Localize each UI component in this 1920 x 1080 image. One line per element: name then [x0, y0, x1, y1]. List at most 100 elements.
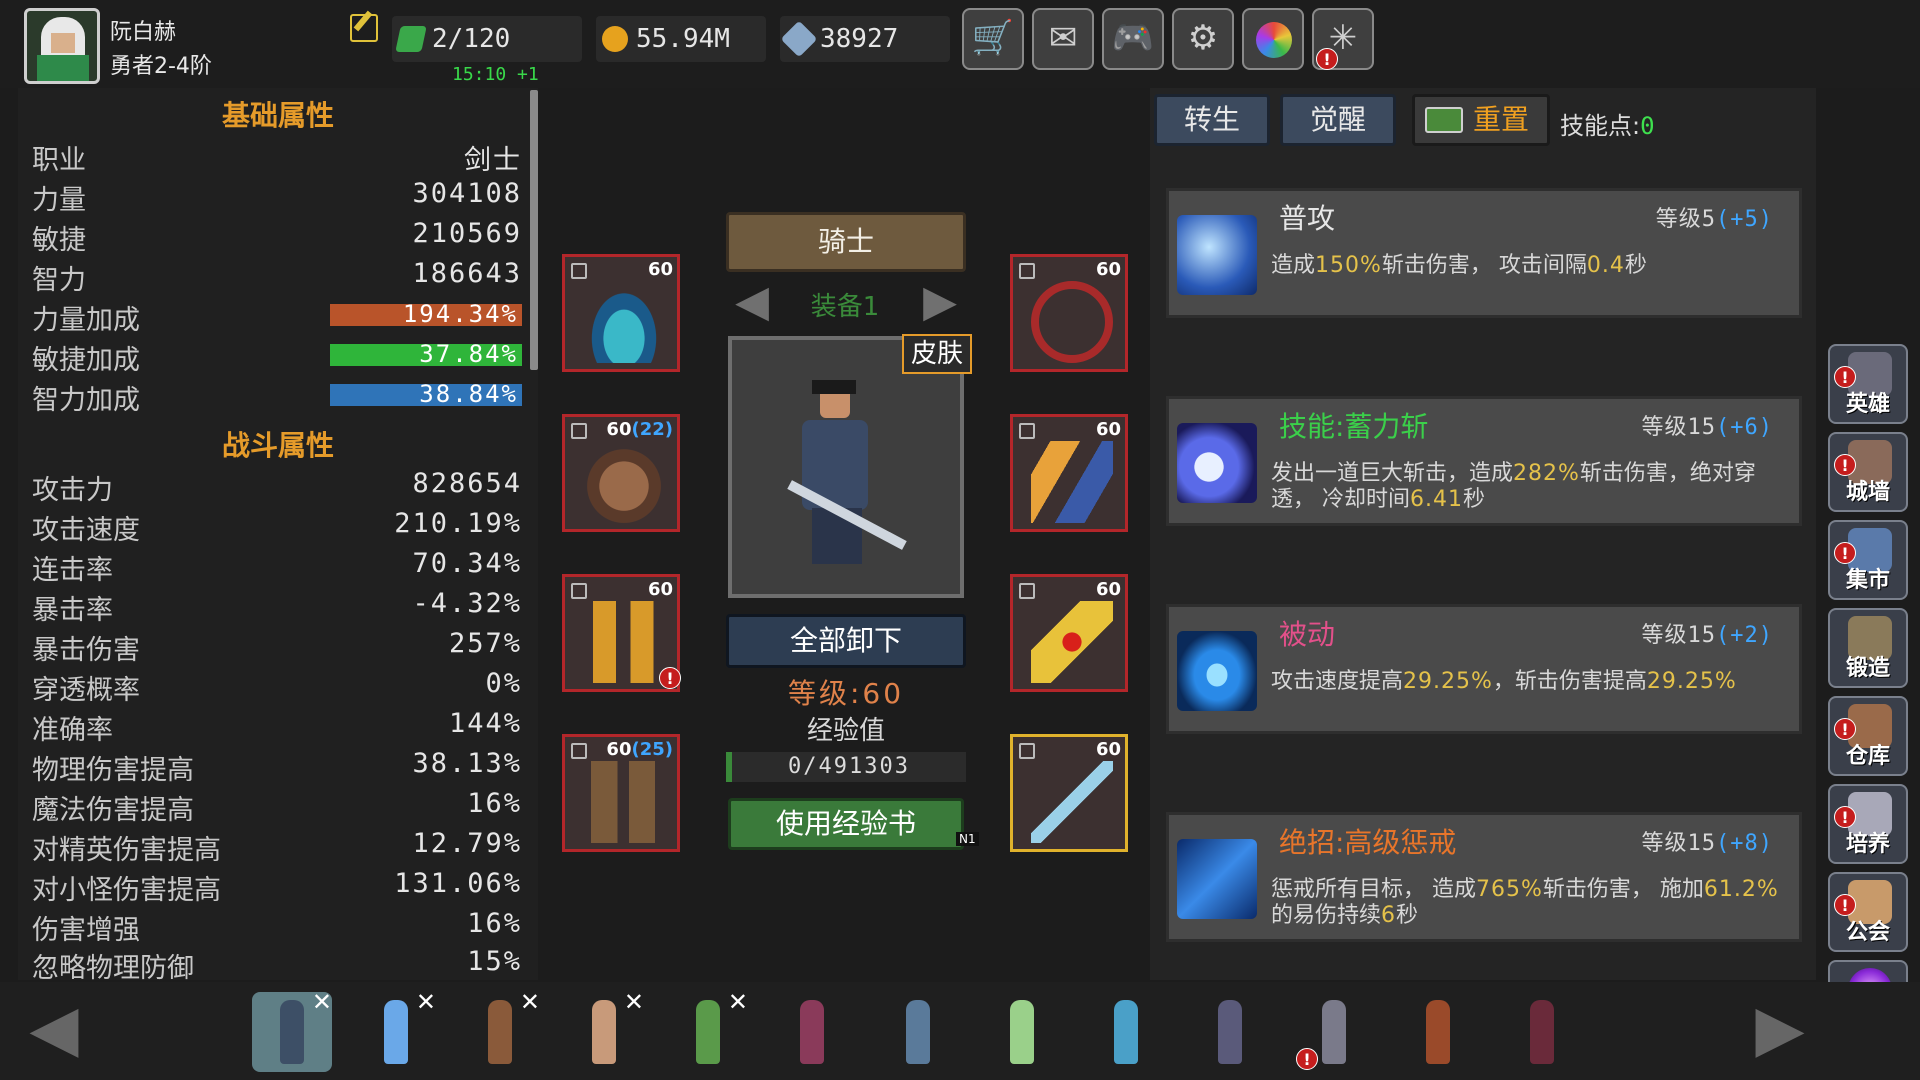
energy-value: 2/120 [432, 24, 511, 54]
skill-card-basic-attack[interactable]: 普攻 等级5(+5) 造成150%斩击伤害， 攻击间隔0.4秒 [1166, 188, 1802, 318]
skill-description: 造成150%斩击伤害， 攻击间隔0.4秒 [1271, 253, 1647, 278]
remove-icon[interactable]: ✕ [728, 988, 748, 1016]
energy-display[interactable]: 2/120 [392, 16, 582, 62]
highlight-value: 765% [1476, 877, 1543, 902]
hero-ranger[interactable]: ✕ [668, 988, 748, 1072]
hero-ice-mage[interactable]: ✕ [356, 988, 436, 1072]
exp-book-count: N1 [956, 832, 979, 846]
reset-button[interactable]: 重置 [1412, 94, 1550, 146]
remove-icon[interactable]: ✕ [416, 988, 436, 1016]
lock-icon [571, 583, 587, 599]
hero-archer[interactable]: ✕ [564, 988, 644, 1072]
hero-paladin[interactable]: ! [1294, 992, 1374, 1072]
player-rank: 勇者2-4阶 [110, 54, 212, 79]
remove-icon[interactable]: ✕ [624, 988, 644, 1016]
skill-level: 等级15(+8) [1641, 831, 1773, 856]
skill-name: 普攻 [1279, 202, 1336, 235]
skill-description: 发出一道巨大斩击，造成282%斩击伤害，绝对穿透， 冷却时间6.41秒 [1271, 461, 1756, 512]
gems-display[interactable]: 38927 [780, 16, 950, 62]
alert-icon: ! [1834, 806, 1856, 828]
highlight-value: 29.25% [1646, 669, 1737, 694]
slot-weapon[interactable]: 60 [1010, 734, 1128, 852]
equipment-set-label: 装备1 [810, 292, 880, 322]
stat-magic-damage: 魔法伤害提高 16% [32, 788, 522, 826]
energy-icon [395, 26, 427, 52]
edit-icon[interactable] [350, 14, 378, 42]
hero-gunner-sprite [906, 1000, 930, 1064]
skill-card-ultimate[interactable]: 绝招:高级惩戒 等级15(+8) 惩戒所有目标， 造成765%斩击伤害， 施加6… [1166, 812, 1802, 942]
gold-coin-icon [602, 26, 628, 52]
charge-slash-icon [1177, 423, 1257, 503]
agility-bonus-bar: 37.84% [330, 340, 522, 368]
armor-icon [583, 441, 665, 523]
roster-prev-arrow-icon[interactable]: ◀ [14, 996, 94, 1066]
hero-gunner[interactable] [878, 992, 958, 1072]
strength-bonus-bar: 194.34% [330, 300, 522, 328]
nav-warehouse[interactable]: ! 仓库 [1828, 696, 1908, 776]
hero-beast[interactable] [1398, 992, 1478, 1072]
hero-level: 等级:60 [787, 677, 905, 710]
stat-agility-bonus: 敏捷加成 37.84% [32, 338, 522, 376]
nav-market[interactable]: ! 集市 [1828, 520, 1908, 600]
skill-card-charge-slash[interactable]: 技能:蓄力斩 等级15(+6) 发出一道巨大斩击，造成282%斩击伤害，绝对穿透… [1166, 396, 1802, 526]
alert-icon: ! [1834, 454, 1856, 476]
nav-guild[interactable]: ! 公会 [1828, 872, 1908, 952]
hero-druid[interactable] [982, 992, 1062, 1072]
skin-button[interactable]: 皮肤 [902, 334, 972, 374]
slot-boots[interactable]: 60(25) [562, 734, 680, 852]
nav-wall[interactable]: ! 城墙 [1828, 432, 1908, 512]
settings-button[interactable]: ⚙ [1172, 8, 1234, 70]
hero-barbarian[interactable]: ✕ [460, 988, 540, 1072]
alert-icon: ! [659, 667, 681, 689]
alert-icon: ! [1834, 366, 1856, 388]
lock-icon [1019, 743, 1035, 759]
nav-cultivate[interactable]: ! 培养 [1828, 784, 1908, 864]
roster-next-arrow-icon[interactable]: ▶ [1740, 996, 1820, 1066]
slot-crown[interactable]: 60 [562, 254, 680, 372]
highlight-value: 6 [1381, 903, 1397, 928]
hero-barbarian-sprite [488, 1000, 512, 1064]
next-set-arrow-icon[interactable]: ▶ [910, 276, 970, 328]
shop-button[interactable]: 🛒 [962, 8, 1024, 70]
slot-necklace[interactable]: 60 [1010, 254, 1128, 372]
hero-warlock[interactable] [1190, 992, 1270, 1072]
mail-button[interactable]: ✉ [1032, 8, 1094, 70]
hero-portrait [728, 336, 964, 598]
skill-card-passive[interactable]: 被动 等级15(+2) 攻击速度提高29.25%，斩击伤害提高29.25% [1166, 604, 1802, 734]
hero-frost-spirit[interactable] [1086, 992, 1166, 1072]
gamepad-button[interactable]: 🎮 [1102, 8, 1164, 70]
gem-icon [780, 20, 818, 58]
aperture-icon [1256, 22, 1292, 58]
slot-armor[interactable]: 60(22) [562, 414, 680, 532]
skill-level: 等级15(+6) [1641, 415, 1773, 440]
player-avatar[interactable] [24, 8, 100, 84]
hero-assassin[interactable] [1502, 992, 1582, 1072]
boots-icon [583, 761, 665, 843]
hero-sorceress[interactable] [772, 992, 852, 1072]
stats-scrollbar[interactable] [530, 90, 538, 370]
skill-description: 惩戒所有目标， 造成765%斩击伤害， 施加61.2%的易伤持续6秒 [1271, 877, 1779, 928]
nav-forge[interactable]: 锻造 [1828, 608, 1908, 688]
nav-heroes[interactable]: ! 英雄 [1828, 344, 1908, 424]
slot-ring[interactable]: 60 [1010, 574, 1128, 692]
gold-display[interactable]: 55.94M [596, 16, 766, 62]
hero-knight[interactable]: ✕ [252, 988, 332, 1072]
remove-icon[interactable]: ✕ [312, 988, 332, 1016]
tab-awaken[interactable]: 觉醒 [1280, 94, 1396, 146]
player-name: 阮白赫 [110, 20, 177, 45]
unequip-all-button[interactable]: 全部卸下 [726, 614, 966, 668]
event-button[interactable]: ✳ ! [1312, 8, 1374, 70]
tab-rebirth[interactable]: 转生 [1154, 94, 1270, 146]
skill-name: 被动 [1279, 618, 1336, 651]
skill-description: 攻击速度提高29.25%，斩击伤害提高29.25% [1271, 669, 1737, 694]
use-exp-book-button[interactable]: 使用经验书 [728, 798, 964, 850]
gamepad-icon: 🎮 [1111, 18, 1155, 58]
energy-timer: 15:10 +1 [452, 64, 539, 85]
ultimate-icon [1177, 839, 1257, 919]
hero-ranger-sprite [696, 1000, 720, 1064]
remove-icon[interactable]: ✕ [520, 988, 540, 1016]
hero-ice-mage-sprite [384, 1000, 408, 1064]
slot-legs[interactable]: 60 ! [562, 574, 681, 692]
gacha-button[interactable] [1242, 8, 1304, 70]
slot-bracers[interactable]: 60 [1010, 414, 1128, 532]
